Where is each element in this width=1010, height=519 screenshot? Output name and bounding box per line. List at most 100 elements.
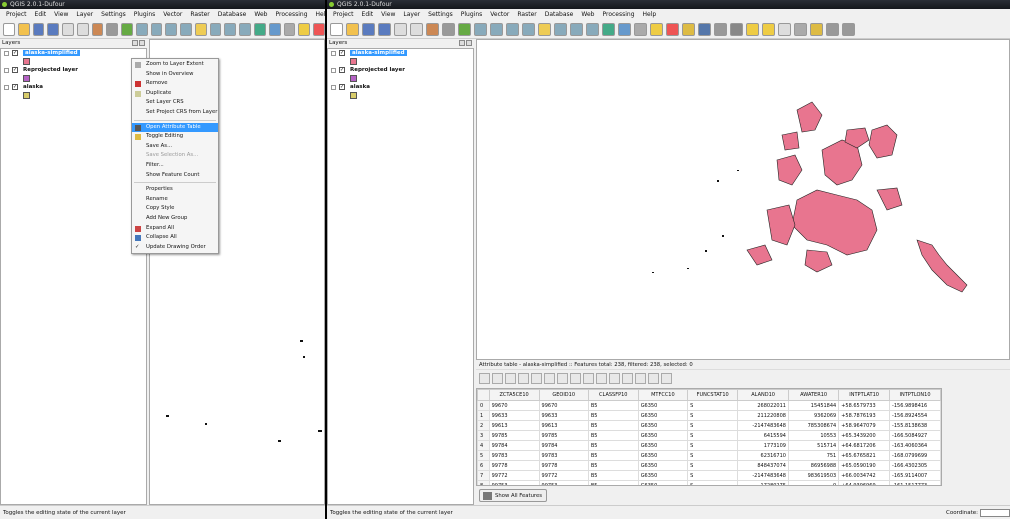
table-cell[interactable]: 17280275 (737, 480, 789, 485)
table-cell[interactable]: 99613 (488, 420, 540, 431)
menu-item-copy-style[interactable]: Copy Style (132, 204, 218, 214)
table-row[interactable]: 1 99633 99633 B5 G6350 S 211220808 9362069 +58.7… (477, 410, 941, 421)
float-button[interactable] (132, 40, 138, 46)
menu-help[interactable]: Help (639, 9, 661, 20)
table-cell[interactable]: 0 (787, 480, 840, 485)
layer-item[interactable]: ✓ alaska-simplified (1, 49, 146, 58)
table-row[interactable]: 7 99772 99772 B5 G6350 S -2147483648 983619503 +… (477, 470, 941, 481)
menu-item-save-selection-as[interactable]: Save Selection As... (132, 151, 218, 161)
menu-processing[interactable]: Processing (598, 9, 638, 20)
toolbar-button-25[interactable] (730, 22, 743, 36)
table-cell[interactable]: 751 (787, 450, 840, 461)
table-cell[interactable]: B5 (587, 400, 639, 411)
toolbar-button-11[interactable] (506, 22, 519, 36)
row-number[interactable]: 4 (477, 440, 490, 451)
table-cell[interactable]: 99753 (538, 480, 589, 485)
menu-project[interactable]: Project (329, 9, 358, 20)
layer-item[interactable]: ✓ alaska-simplified (328, 49, 473, 58)
table-row[interactable]: 6 99778 99778 B5 G6350 S 848437074 86956988 +65.… (477, 460, 941, 471)
table-cell[interactable]: S (687, 430, 739, 441)
toolbar-button-1[interactable] (17, 22, 30, 36)
menu-item-expand-all[interactable]: Expand All (132, 224, 218, 234)
table-cell[interactable]: G6350 (637, 480, 689, 485)
table-cell[interactable]: S (687, 440, 739, 451)
toolbar-button-2[interactable] (362, 22, 375, 36)
expand-toggle[interactable] (4, 85, 9, 90)
toolbar-button-21[interactable] (666, 22, 679, 36)
toolbar-button-26[interactable] (746, 22, 759, 36)
toolbar-button-3[interactable] (378, 22, 391, 36)
column-header-geoid10[interactable]: GEOID10 (538, 389, 589, 401)
table-cell[interactable]: 99783 (488, 450, 540, 461)
table-cell[interactable]: G6350 (637, 400, 689, 411)
table-cell[interactable]: S (687, 410, 739, 421)
table-cell[interactable]: 211220808 (737, 410, 789, 421)
toolbar-button-4[interactable] (62, 22, 74, 36)
attr-toolbar-button-12[interactable] (635, 373, 646, 384)
menu-item-save-as[interactable]: Save As... (132, 142, 218, 152)
column-header-mtfcc10[interactable]: MTFCC10 (637, 389, 689, 401)
menu-item-set-project-crs-from-layer[interactable]: Set Project CRS from Layer (132, 108, 218, 118)
table-cell[interactable]: G6350 (637, 430, 689, 441)
table-cell[interactable]: G6350 (637, 440, 689, 451)
attr-toolbar-button-11[interactable] (622, 373, 633, 384)
layer-item[interactable]: ✓ alaska (328, 83, 473, 92)
close-button[interactable] (139, 40, 145, 46)
coordinate-input[interactable] (980, 509, 1010, 517)
table-cell[interactable]: 99772 (538, 470, 589, 481)
table-cell[interactable]: B5 (587, 450, 639, 461)
toolbar-button-15[interactable] (570, 22, 583, 36)
toolbar-button-3[interactable] (47, 22, 60, 36)
table-cell[interactable]: +58.6579733 (838, 400, 891, 411)
table-cell[interactable]: S (687, 480, 739, 485)
toolbar-button-18[interactable] (618, 22, 631, 36)
table-cell[interactable]: B5 (587, 440, 639, 451)
expand-toggle[interactable] (4, 51, 9, 56)
toolbar-button-21[interactable] (313, 22, 325, 36)
table-cell[interactable]: B5 (587, 430, 639, 441)
toolbar-button-9[interactable] (474, 22, 487, 36)
column-header-zcta5ce10[interactable]: ZCTA5CE10 (488, 389, 540, 401)
column-header-intptlon10[interactable]: INTPTLON10 (889, 389, 941, 401)
toolbar-button-20[interactable] (298, 22, 311, 36)
table-cell[interactable]: +58.7876193 (838, 410, 891, 421)
toolbar-button-0[interactable] (330, 22, 343, 36)
row-number[interactable]: 3 (477, 430, 490, 441)
menu-settings[interactable]: Settings (97, 9, 130, 20)
attribute-table[interactable]: ZCTA5CE10 GEOID10 CLASSFP10 MTFCC10 FUNCSTAT… (476, 388, 942, 486)
menu-settings[interactable]: Settings (424, 9, 457, 20)
menu-vector[interactable]: Vector (486, 9, 513, 20)
table-cell[interactable]: -156.9898416 (889, 400, 941, 411)
toolbar-button-7[interactable] (442, 22, 455, 36)
table-cell[interactable]: G6350 (637, 470, 689, 481)
menu-item-filter[interactable]: Filter... (132, 161, 218, 171)
toolbar-button-9[interactable] (135, 22, 148, 36)
table-row[interactable]: 4 99784 99784 B5 G6350 S 1773109 515714 +64.6817… (477, 440, 941, 451)
toolbar-button-5[interactable] (410, 22, 423, 36)
toolbar-button-8[interactable] (121, 22, 133, 36)
table-cell[interactable]: 86956988 (787, 460, 840, 471)
menu-processing[interactable]: Processing (271, 9, 311, 20)
table-cell[interactable]: B5 (587, 410, 639, 421)
menu-vector[interactable]: Vector (159, 9, 186, 20)
layer-item[interactable]: ✓ Reprojected layer (328, 66, 473, 75)
float-button[interactable] (459, 40, 465, 46)
toolbar-button-13[interactable] (194, 22, 207, 36)
attr-toolbar-button-9[interactable] (596, 373, 607, 384)
table-cell[interactable]: 99784 (538, 440, 589, 451)
table-cell[interactable]: B5 (587, 460, 639, 471)
table-cell[interactable]: 848437074 (737, 460, 789, 471)
menu-layer[interactable]: Layer (72, 9, 97, 20)
toolbar-button-5[interactable] (76, 22, 89, 36)
row-number[interactable]: 1 (477, 410, 490, 421)
menu-item-add-new-group[interactable]: Add New Group (132, 214, 218, 224)
attr-toolbar-button-6[interactable] (557, 373, 568, 384)
table-cell[interactable]: G6350 (637, 420, 689, 431)
table-cell[interactable]: 268022011 (737, 400, 789, 411)
toolbar-button-13[interactable] (538, 22, 551, 36)
toolbar-button-11[interactable] (165, 22, 178, 36)
row-number[interactable]: 7 (477, 470, 490, 481)
row-number[interactable]: 2 (477, 420, 490, 431)
attr-toolbar-button-3[interactable] (518, 373, 529, 384)
table-row[interactable]: 3 99785 99785 B5 G6350 S 6415594 10553 +65.34392… (477, 430, 941, 441)
